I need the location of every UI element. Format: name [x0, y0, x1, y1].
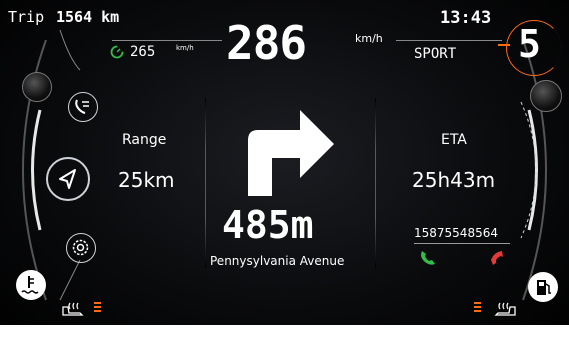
left-dial-knob[interactable] [22, 72, 52, 102]
gear-value: 5 [518, 22, 541, 66]
navigation-icon [59, 169, 76, 189]
navigation-button[interactable] [46, 157, 90, 201]
settings-icon [72, 239, 89, 256]
speed-unit: km/h [355, 32, 383, 45]
speed-line-right [396, 40, 502, 41]
eta-label: ETA [441, 132, 467, 148]
speed-limit-value: 265 [130, 44, 156, 60]
phone-list-button[interactable] [68, 92, 98, 122]
range-label: Range [122, 132, 167, 148]
street-name: Pennysylvania Avenue [210, 254, 345, 268]
bottom-bar [0, 325, 569, 345]
seat-heat-right-level [474, 302, 481, 312]
eta-value: 25h43m [412, 168, 496, 192]
phone-number-underline [414, 243, 510, 244]
fuel-icon [537, 280, 551, 295]
clock: 13:43 [440, 8, 492, 28]
phone-number: 15875548564 [414, 226, 498, 240]
call-decline-icon[interactable] [486, 248, 506, 268]
gear-shift-marker [498, 44, 510, 46]
speed-limit-icon [110, 44, 124, 59]
drive-mode: SPORT [414, 46, 457, 62]
speed-value: 286 [226, 16, 307, 70]
range-value: 25km [118, 168, 175, 192]
right-dial-knob[interactable] [530, 80, 562, 112]
turn-right-arrow-icon [248, 110, 334, 196]
seat-heat-left-level [94, 302, 101, 312]
speed-limit-unit: km/h [176, 44, 194, 52]
maneuver-distance: 485m [222, 203, 314, 247]
speed-line-left [112, 40, 222, 41]
trip-label: Trip [8, 8, 45, 26]
fuel-button[interactable] [528, 272, 558, 302]
seat-heat-right-icon [494, 302, 516, 316]
right-divider [375, 98, 376, 268]
coolant-temp-icon [21, 276, 39, 294]
dashboard-screen: Trip 1564 km 13:43 286 km/h 265 km/h SPO… [0, 0, 569, 345]
call-accept-icon[interactable] [418, 248, 438, 268]
seat-heat-left-icon [62, 302, 84, 316]
left-divider [205, 98, 206, 268]
settings-button[interactable] [66, 233, 96, 263]
phone-list-icon [75, 99, 89, 114]
trip-value: 1564 km [56, 8, 120, 26]
coolant-temp-button[interactable] [16, 270, 46, 300]
